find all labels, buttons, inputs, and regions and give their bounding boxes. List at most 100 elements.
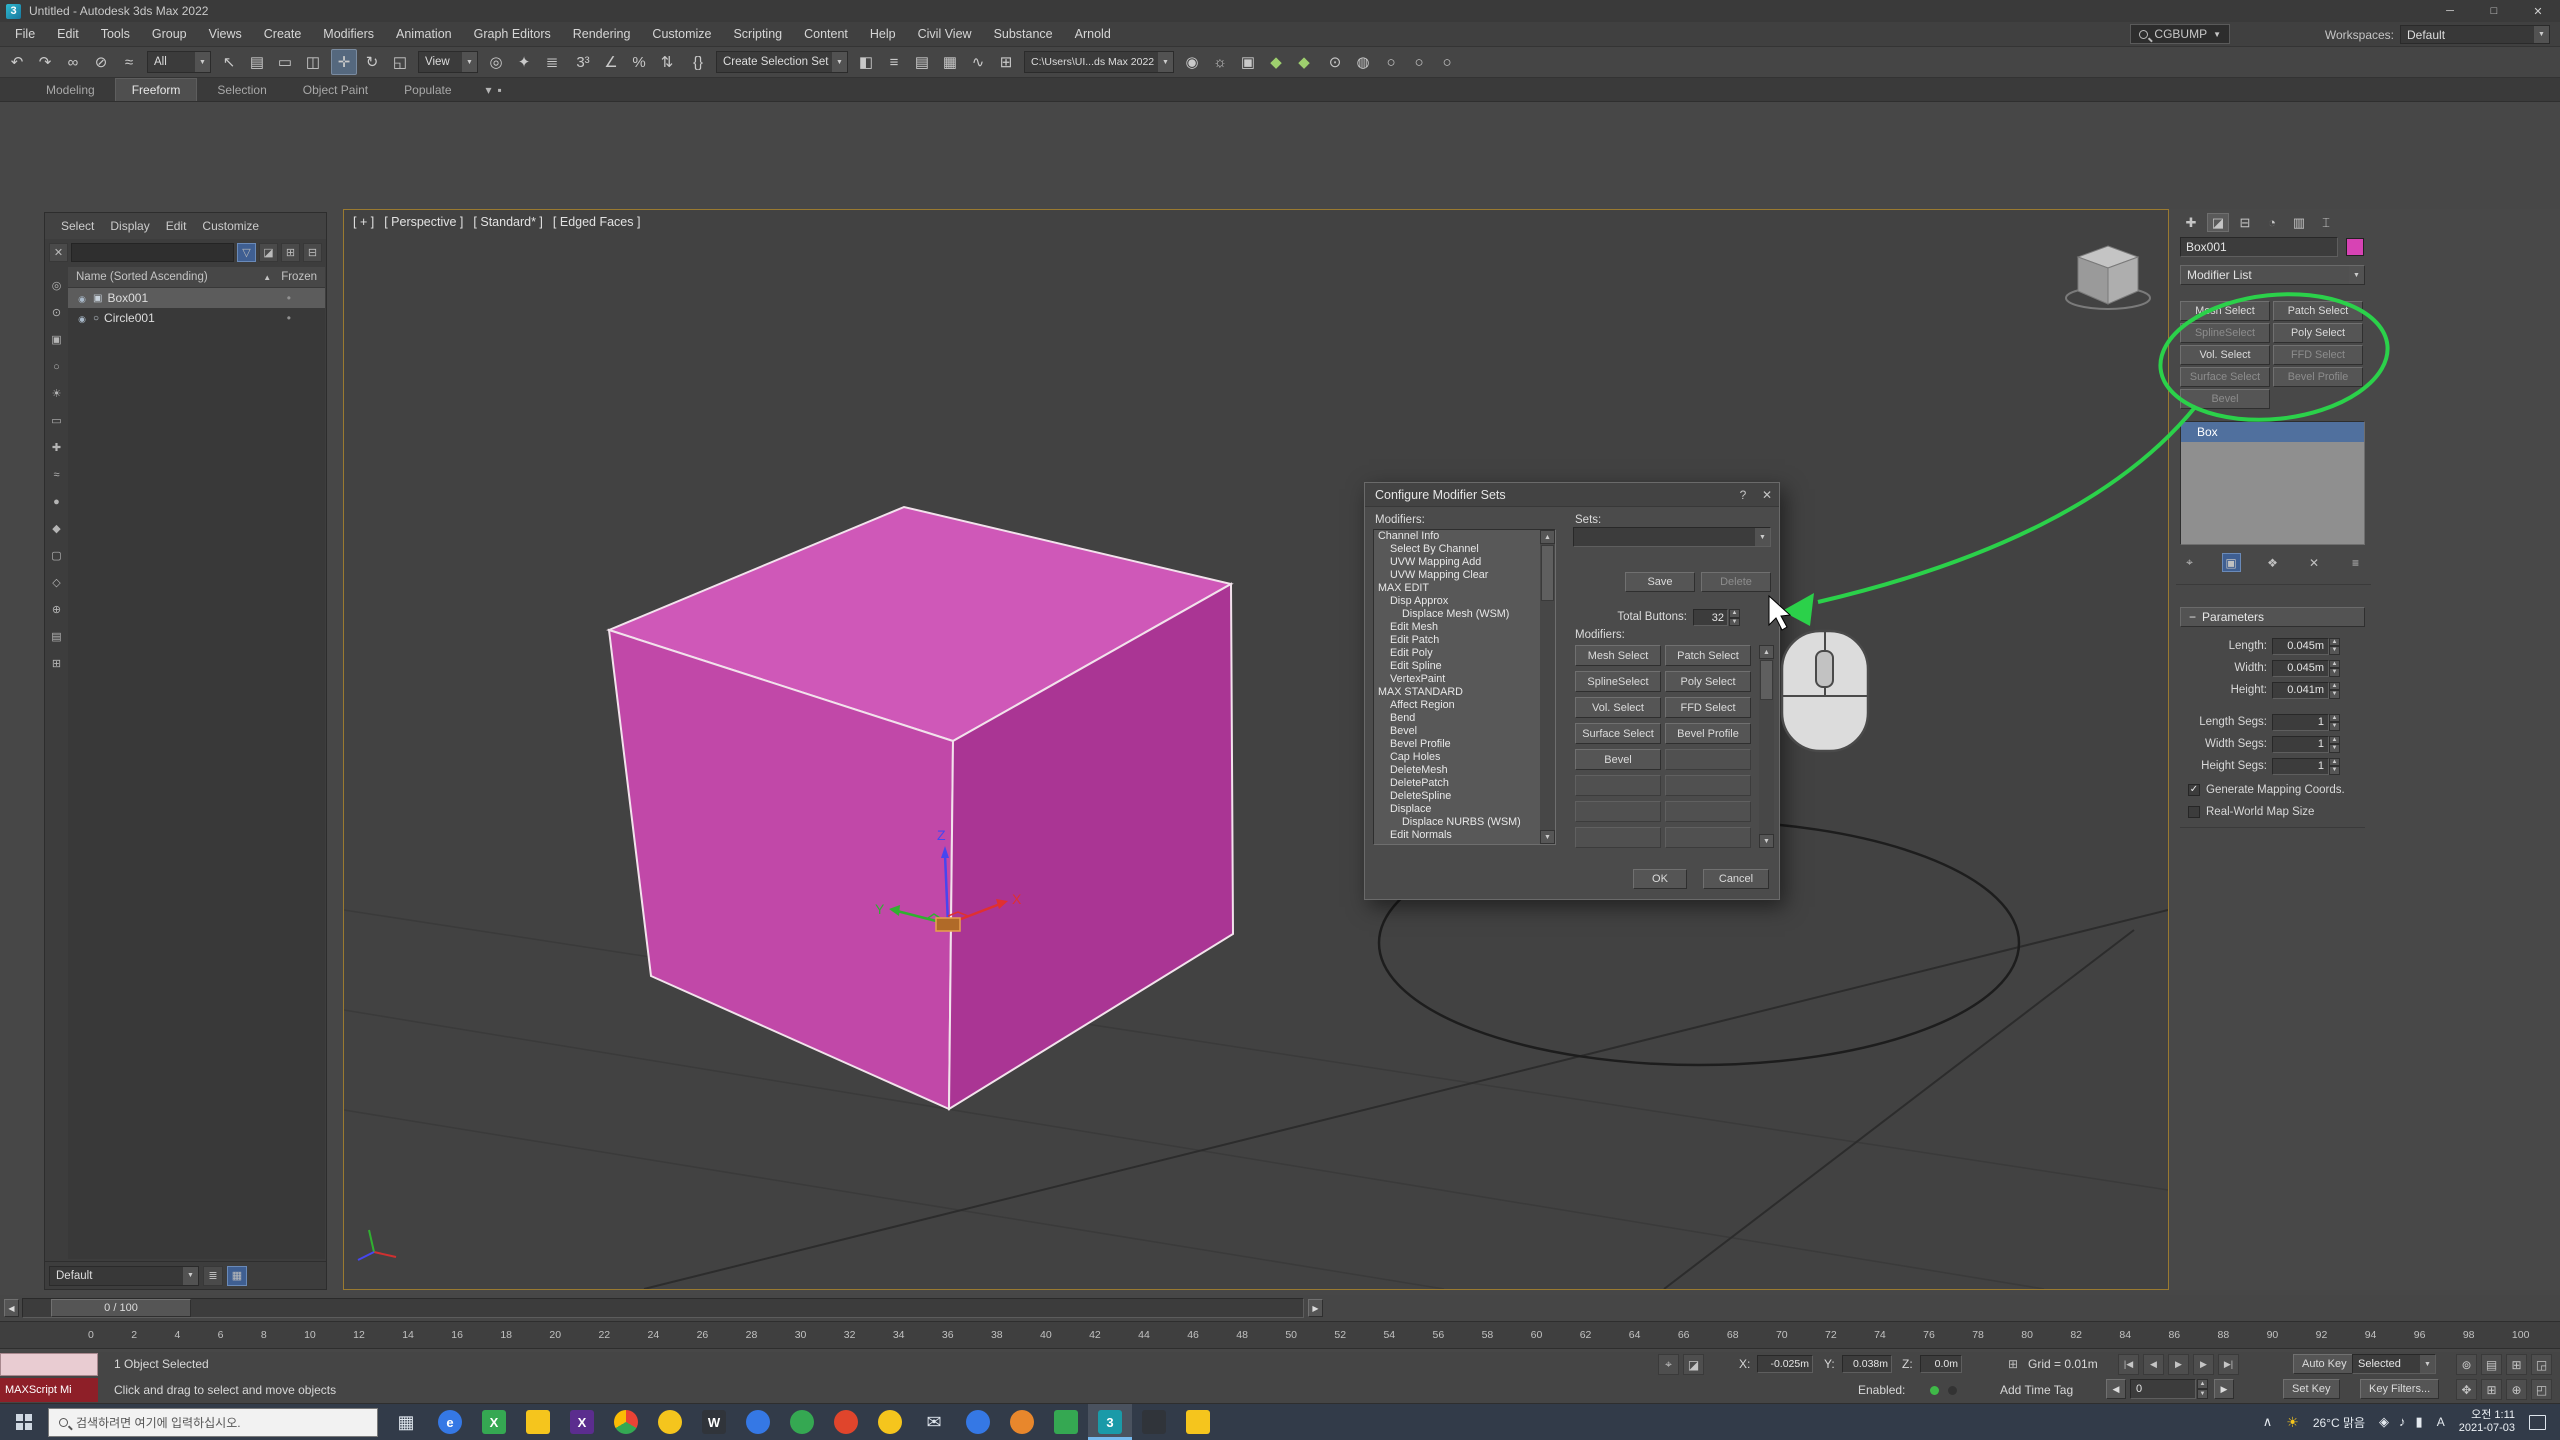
spinner-up-icon[interactable] xyxy=(2329,758,2340,767)
key-filters-button[interactable]: Key Filters... xyxy=(2360,1379,2439,1399)
dark-app-icon[interactable] xyxy=(1132,1404,1176,1440)
create-tab[interactable]: ✚ xyxy=(2180,213,2202,232)
use-pivot-center-icon[interactable]: ◎ xyxy=(483,49,509,75)
remove-modifier-icon[interactable]: ✕ xyxy=(2305,553,2324,572)
perspective-viewport[interactable]: [ + ][ Perspective ][ Standard* ][ Edged… xyxy=(343,209,2169,1290)
parameter-spinner[interactable] xyxy=(2329,638,2340,655)
display-helpers-icon[interactable]: ✚ xyxy=(48,439,65,456)
modifier-button[interactable]: Bevel Profile xyxy=(2273,367,2363,387)
select-and-scale-icon[interactable]: ◱ xyxy=(387,49,413,75)
toggle-ribbon-icon[interactable]: ▦ xyxy=(937,49,963,75)
modifier-list-item[interactable]: Bevel Profile xyxy=(1374,738,1540,751)
curve-editor-icon[interactable]: ∿ xyxy=(965,49,991,75)
menu-item[interactable]: Modifiers xyxy=(312,27,385,41)
kakaotalk-icon[interactable] xyxy=(1044,1404,1088,1440)
scene-object-row[interactable]: ○ Circle001 xyxy=(68,308,325,328)
sets-dropdown[interactable] xyxy=(1573,527,1771,547)
material-editor-icon[interactable]: ◉ xyxy=(1179,49,1205,75)
edit-named-selection-sets-icon[interactable]: {} xyxy=(685,49,711,75)
modifier-button[interactable]: Mesh Select xyxy=(2180,301,2270,321)
object-color-swatch[interactable] xyxy=(2346,238,2364,256)
modifier-set-button[interactable] xyxy=(1665,749,1751,770)
scroll-down-icon[interactable] xyxy=(1759,834,1774,848)
menu-item[interactable]: Substance xyxy=(983,27,1064,41)
modifier-list-item[interactable]: Edit Spline xyxy=(1374,660,1540,673)
go-to-start-icon[interactable]: |◀ xyxy=(2118,1354,2139,1375)
parameter-spinner[interactable] xyxy=(2329,758,2340,775)
map-app-icon[interactable] xyxy=(780,1404,824,1440)
menu-item[interactable]: Arnold xyxy=(1064,27,1122,41)
show-end-result-icon[interactable]: ▣ xyxy=(2222,553,2241,572)
viewport-label-segment[interactable]: [ Standard* ] xyxy=(473,215,543,229)
display-geometry-icon[interactable]: ▣ xyxy=(48,331,65,348)
modifier-set-button[interactable] xyxy=(1665,801,1751,822)
display-xrefs-icon[interactable]: ◇ xyxy=(48,574,65,591)
spinner-down-icon[interactable] xyxy=(2329,722,2340,731)
modifier-list-item[interactable]: Select By Channel xyxy=(1374,543,1540,556)
menu-item[interactable]: Customize xyxy=(641,27,722,41)
sync-selection-icon[interactable]: ⊟ xyxy=(303,243,322,262)
display-all-icon[interactable]: ◎ xyxy=(48,277,65,294)
frozen-cell[interactable] xyxy=(287,291,291,305)
modifier-set-button[interactable] xyxy=(1575,775,1661,796)
zoom-icon[interactable] xyxy=(736,1404,780,1440)
explorer-menu-item[interactable]: Select xyxy=(53,219,102,233)
display-materials-icon[interactable]: ● xyxy=(48,493,65,510)
select-and-rotate-icon[interactable]: ↻ xyxy=(359,49,385,75)
parameter-spinner[interactable] xyxy=(2329,660,2340,677)
modifier-list-item[interactable]: Displace NURBS (WSM) xyxy=(1374,816,1540,829)
undo-icon[interactable]: ↶ xyxy=(4,49,30,75)
spinner-down-icon[interactable] xyxy=(2329,690,2340,699)
display-containers-icon[interactable]: ▢ xyxy=(48,547,65,564)
previous-frame-arrow[interactable]: ◀ xyxy=(4,1299,19,1317)
modifier-list-item[interactable]: DeleteSpline xyxy=(1374,790,1540,803)
task-view-icon[interactable]: ▦ xyxy=(384,1404,428,1440)
display-layers-icon[interactable]: ▤ xyxy=(48,628,65,645)
isolate-toggle-icon[interactable]: ⊙ xyxy=(1322,49,1348,75)
menu-item[interactable]: Create xyxy=(253,27,313,41)
edge-browser-icon[interactable]: e xyxy=(428,1404,472,1440)
explorer-search-input[interactable] xyxy=(71,243,234,262)
viewport-label-segment[interactable]: [ Edged Faces ] xyxy=(553,215,641,229)
save-button[interactable]: Save xyxy=(1625,572,1695,592)
pin-layer-icon[interactable]: ▦ xyxy=(227,1266,247,1286)
modifier-list-item[interactable]: Channel Info xyxy=(1374,530,1540,543)
modifier-set-button[interactable]: Bevel Profile xyxy=(1665,723,1751,744)
display-none-icon[interactable]: ⊙ xyxy=(48,304,65,321)
menu-item[interactable]: File xyxy=(4,27,46,41)
mirror-icon[interactable]: ◧ xyxy=(853,49,879,75)
total-buttons-spinner[interactable] xyxy=(1729,609,1740,626)
parameter-spinner[interactable] xyxy=(2329,736,2340,753)
explorer-icon[interactable] xyxy=(1176,1404,1220,1440)
list-scrollbar[interactable] xyxy=(1540,530,1555,844)
viewport-layout-icon[interactable]: ◲ xyxy=(2531,1354,2552,1375)
display-tab[interactable]: ▥ xyxy=(2288,213,2310,232)
modifier-list-item[interactable]: Edit Normals xyxy=(1374,829,1540,842)
scroll-down-icon[interactable] xyxy=(1540,830,1555,844)
configure-modifier-sets-icon[interactable]: ≡ xyxy=(2346,553,2365,572)
scroll-thumb[interactable] xyxy=(1541,545,1554,601)
modifier-list-item[interactable]: UVW Mapping Add xyxy=(1374,556,1540,569)
dialog-close-button[interactable]: ✕ xyxy=(1755,483,1779,506)
column-frozen[interactable]: Frozen xyxy=(281,271,317,283)
modifier-list-item[interactable]: Disp Approx xyxy=(1374,595,1540,608)
keyboard-shortcut-toggle-icon[interactable]: ≣ xyxy=(539,49,565,75)
display-mode-icon[interactable]: ◍ xyxy=(1350,49,1376,75)
display-grid-icon[interactable]: ⊞ xyxy=(48,655,65,672)
viewport-label-segment[interactable]: [ + ] xyxy=(353,215,374,229)
shield-icon[interactable]: ◈ xyxy=(2379,1414,2389,1430)
modifier-set-button[interactable] xyxy=(1665,775,1751,796)
column-name[interactable]: Name (Sorted Ascending) xyxy=(76,271,208,283)
pick-parent-icon[interactable]: ⊞ xyxy=(281,243,300,262)
spinner-up-icon[interactable] xyxy=(2329,638,2340,647)
make-unique-icon[interactable]: ❖ xyxy=(2263,553,2282,572)
parameter-field[interactable]: 1 xyxy=(2272,714,2329,731)
display-spacewarps-icon[interactable]: ≈ xyxy=(48,466,65,483)
modifier-list-item[interactable]: VertexPaint xyxy=(1374,673,1540,686)
ribbon-tab[interactable]: Populate xyxy=(388,79,467,101)
menu-item[interactable]: Views xyxy=(198,27,253,41)
rendered-frame-window-icon[interactable]: ▣ xyxy=(1235,49,1261,75)
modifier-list-item[interactable]: Edit Mesh xyxy=(1374,621,1540,634)
layer-list-icon[interactable]: ≣ xyxy=(203,1266,223,1286)
angle-snap-icon[interactable]: ∠ xyxy=(598,49,624,75)
